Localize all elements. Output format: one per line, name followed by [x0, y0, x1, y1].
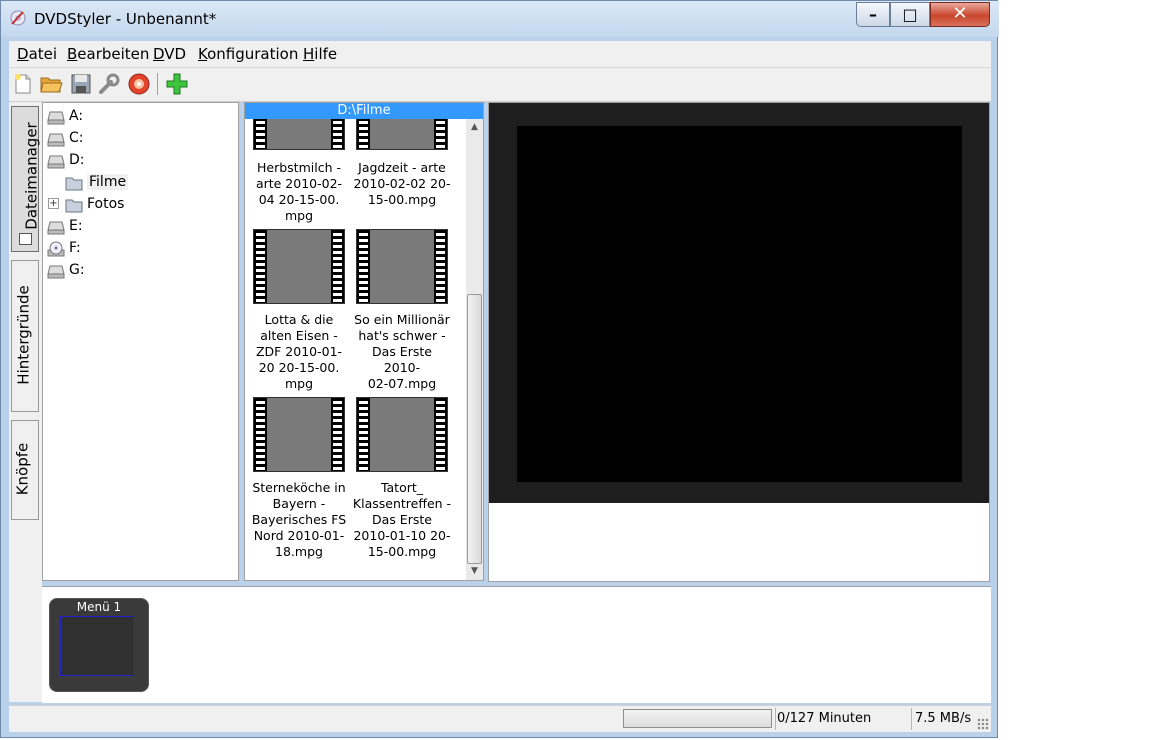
window-title: DVDStyler - Unbenannt* [34, 10, 217, 28]
video-thumbnail[interactable] [253, 229, 345, 304]
tab-knoepfe[interactable]: Knöpfe [11, 420, 39, 520]
menu-canvas[interactable] [517, 126, 962, 482]
file-name[interactable]: So ein Millionär hat's schwer - Das Erste … [352, 312, 452, 392]
file-name[interactable]: Tatort_ Klassentreffen - Das Erste 2010-01-… [352, 480, 452, 560]
save-icon[interactable] [69, 72, 93, 96]
video-thumbnail[interactable] [253, 397, 345, 472]
progress-bar [623, 709, 772, 728]
minimize-icon: – [869, 5, 877, 24]
app-logo-icon [10, 10, 26, 26]
maximize-icon: □ [902, 5, 918, 24]
cdrom-icon [47, 241, 65, 257]
directory-tree: A: C: D: Filme + Fotos E: F: G: [42, 102, 239, 581]
titleset-manager: Menü 1 [42, 586, 991, 703]
tab-hintergruende[interactable]: Hintergründe [11, 260, 39, 412]
burn-disc-icon[interactable] [127, 72, 151, 96]
menu-dvd[interactable]: DVD [153, 45, 186, 63]
video-thumbnail[interactable] [356, 119, 448, 150]
resize-grip-icon[interactable] [977, 718, 989, 730]
maximize-button[interactable]: □ [890, 2, 930, 27]
scroll-up-icon[interactable]: ▲ [466, 119, 483, 136]
new-file-icon[interactable] [11, 72, 35, 96]
video-thumbnail[interactable] [356, 229, 448, 304]
rate-text: 7.5 MB/s [915, 711, 972, 726]
app-window: DVDStyler - Unbenannt* – □ ✕ Datei Bearb… [0, 0, 999, 738]
tree-expander[interactable]: + [48, 195, 62, 215]
menu-datei[interactable]: Datei [17, 45, 57, 63]
drive-icon [47, 155, 65, 169]
path-header: D:\Filme [245, 103, 483, 119]
drive-icon [47, 111, 65, 125]
duration-text: 0/127 Minuten [777, 711, 872, 726]
drive-icon [47, 221, 65, 235]
scroll-thumb[interactable] [467, 294, 482, 564]
file-list: Herbstmilch - arte 2010-02- 04 20-15-00. mp… [245, 119, 465, 580]
wrench-icon[interactable] [97, 72, 121, 96]
menu-label: Menü 1 [76, 600, 122, 614]
minimize-button[interactable]: – [856, 2, 890, 27]
menu-konfiguration[interactable]: Konfiguration [198, 45, 298, 63]
preview-frame [489, 103, 989, 503]
file-name[interactable]: Sterneköche in Bayern - Bayerisches FS Nord… [249, 480, 349, 560]
folder-icon [65, 177, 83, 191]
menu-bar: Datei Bearbeiten DVD Konfiguration Hilfe [9, 41, 991, 68]
menu-preview-box [60, 616, 134, 676]
tab-label: Hintergründe [14, 285, 33, 385]
menu-hilfe[interactable]: Hilfe [303, 45, 337, 63]
menu-thumbnail[interactable]: Menü 1 [49, 598, 149, 692]
toolbar-separator [157, 73, 158, 95]
status-separator [911, 708, 912, 730]
folder-icon [65, 199, 83, 213]
file-name[interactable]: Lotta & die alten Eisen - ZDF 2010-01- 20 2… [249, 312, 349, 392]
tab-file-icon [19, 233, 32, 245]
close-button[interactable]: ✕ [930, 2, 990, 27]
file-name[interactable]: Herbstmilch - arte 2010-02- 04 20-15-00. mp… [249, 160, 349, 224]
status-bar: 0/127 Minuten 7.5 MB/s [9, 705, 991, 732]
menu-bearbeiten[interactable]: Bearbeiten [67, 45, 149, 63]
tab-dateimanager[interactable]: Dateimanager [11, 106, 41, 252]
side-tabs: Dateimanager Hintergründe Knöpfe [9, 102, 42, 702]
toolbar [9, 68, 991, 102]
video-thumbnail[interactable] [356, 397, 448, 472]
file-scrollbar[interactable]: ▲ ▼ [466, 119, 483, 580]
tab-label: Knöpfe [13, 442, 32, 496]
file-browser: D:\Filme Herbstmilch - arte 2010-02- 04 20… [244, 102, 484, 581]
menu-preview-area[interactable] [488, 102, 990, 582]
tab-label: Dateimanager [22, 122, 41, 230]
scroll-down-icon[interactable]: ▼ [466, 563, 483, 580]
close-icon: ✕ [952, 3, 968, 24]
drive-icon [47, 265, 65, 279]
title-bar[interactable]: DVDStyler - Unbenannt* – □ ✕ [1, 1, 999, 37]
open-folder-icon[interactable] [39, 72, 63, 96]
status-separator [775, 708, 776, 730]
file-name[interactable]: Jagdzeit - arte 2010-02-02 20- 15-00.mpg [352, 160, 452, 208]
drive-icon [47, 133, 65, 147]
add-plus-icon[interactable] [165, 72, 189, 96]
video-thumbnail[interactable] [253, 119, 345, 150]
